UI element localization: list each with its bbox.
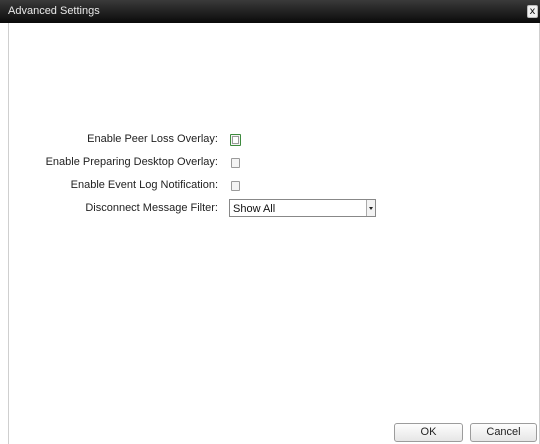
event-log-label: Enable Event Log Notification: <box>70 179 218 191</box>
cancel-button[interactable]: Cancel <box>470 423 537 442</box>
preparing-desktop-checkbox[interactable] <box>231 158 240 168</box>
event-log-row: Enable Event Log Notification: <box>0 176 540 196</box>
dialog-title: Advanced Settings <box>8 5 100 17</box>
advanced-settings-dialog: Advanced Settings x Enable Peer Loss Ove… <box>0 0 540 444</box>
disconnect-filter-select[interactable]: Show All <box>229 199 376 217</box>
content-left-border <box>8 23 9 444</box>
peer-loss-row: Enable Peer Loss Overlay: <box>0 130 540 150</box>
event-log-checkbox[interactable] <box>231 181 240 191</box>
chevron-down-icon[interactable] <box>366 200 375 216</box>
disconnect-filter-label: Disconnect Message Filter: <box>85 202 218 214</box>
close-icon: x <box>529 6 536 17</box>
disconnect-filter-value: Show All <box>233 203 276 215</box>
disconnect-filter-row: Disconnect Message Filter: Show All <box>0 199 540 219</box>
title-bar: Advanced Settings x <box>0 0 540 23</box>
peer-loss-checkbox[interactable] <box>230 134 241 146</box>
close-button[interactable]: x <box>527 5 538 18</box>
peer-loss-label: Enable Peer Loss Overlay: <box>87 133 218 145</box>
preparing-desktop-row: Enable Preparing Desktop Overlay: <box>0 153 540 173</box>
ok-button[interactable]: OK <box>394 423 463 442</box>
preparing-desktop-label: Enable Preparing Desktop Overlay: <box>45 156 218 168</box>
